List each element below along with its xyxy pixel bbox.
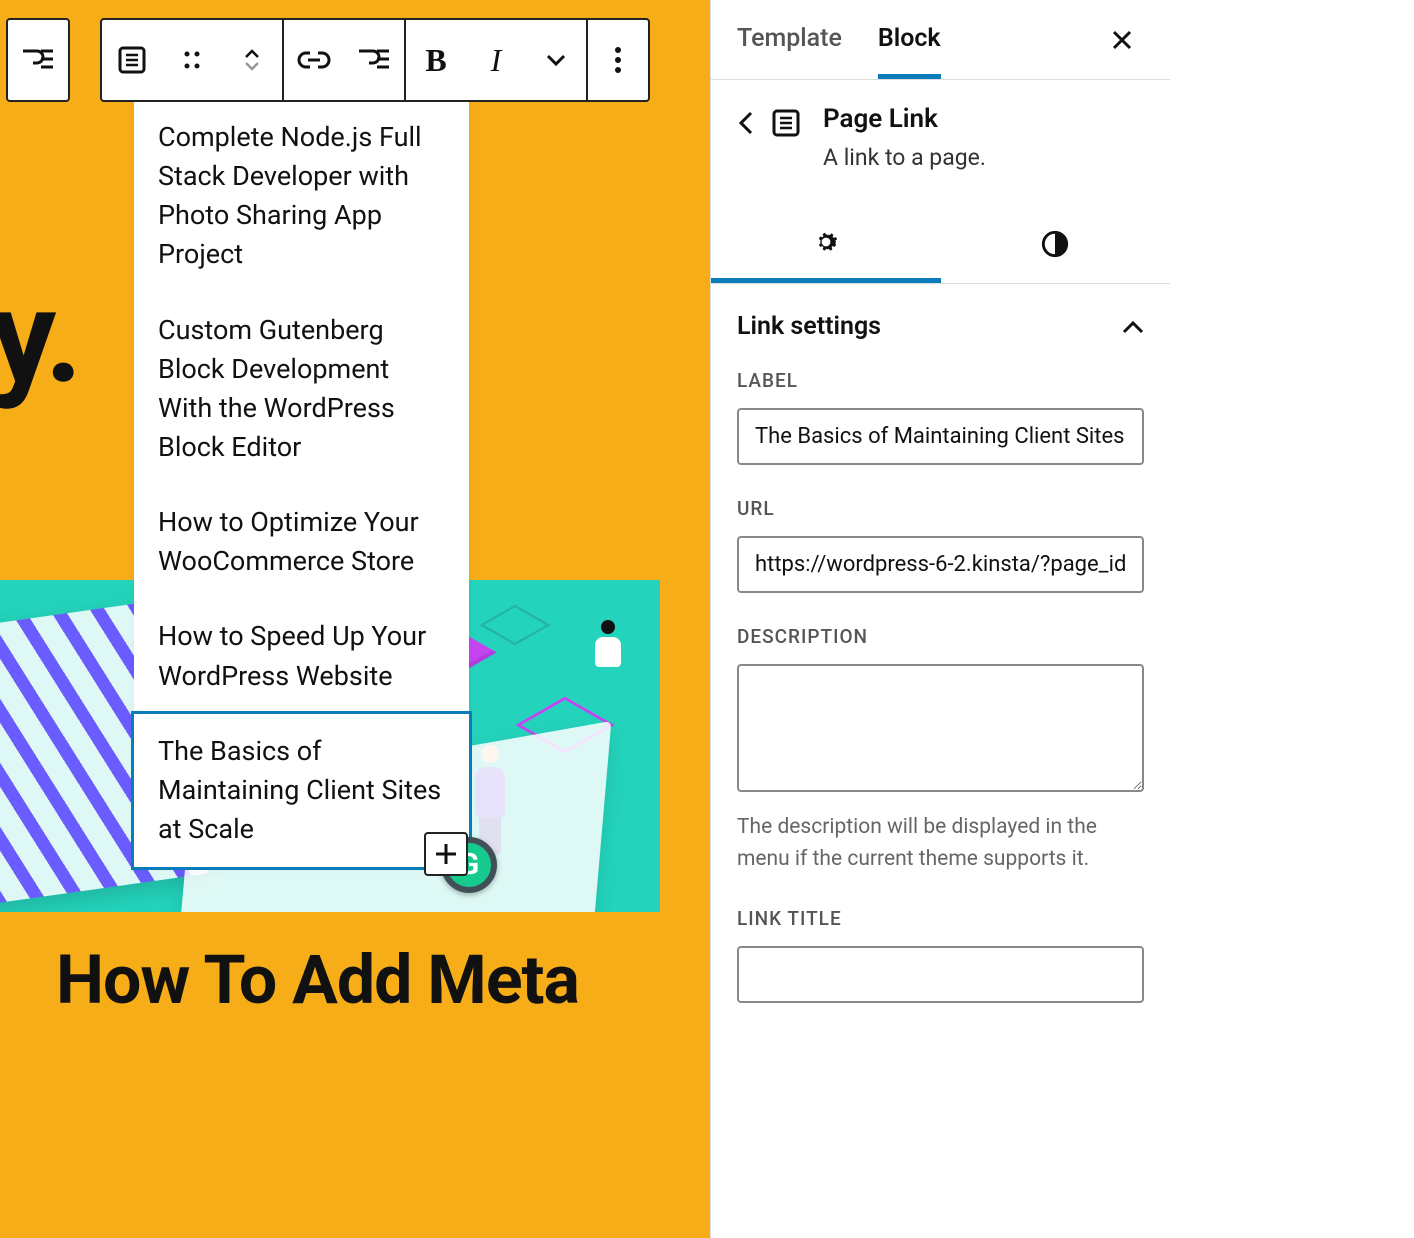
description-field: DESCRIPTION The description will be disp… bbox=[737, 625, 1144, 875]
tab-block[interactable]: Block bbox=[878, 0, 941, 79]
drag-handle-icon[interactable] bbox=[162, 20, 222, 100]
link-title-input[interactable] bbox=[737, 946, 1144, 1003]
url-field: URL bbox=[737, 497, 1144, 593]
label-input[interactable] bbox=[737, 408, 1144, 465]
more-rich-text-button[interactable] bbox=[526, 20, 586, 100]
link-settings-panel: Link settings LABEL URL DESCRIPTION The … bbox=[711, 284, 1170, 1035]
block-back-button[interactable] bbox=[737, 109, 755, 137]
label-field: LABEL bbox=[737, 369, 1144, 465]
description-input[interactable] bbox=[737, 664, 1144, 792]
nav-item-selected[interactable]: The Basics of Maintaining Client Sites a… bbox=[131, 711, 472, 870]
background-text-fragment: hy. bbox=[0, 260, 81, 413]
block-toolbar: B I bbox=[100, 18, 650, 102]
add-block-button[interactable] bbox=[424, 832, 468, 876]
close-sidebar-button[interactable] bbox=[1100, 18, 1144, 62]
move-buttons[interactable] bbox=[222, 20, 282, 100]
nav-item[interactable]: Complete Node.js Full Stack Developer wi… bbox=[134, 100, 469, 293]
link-settings-heading: Link settings bbox=[737, 312, 881, 341]
url-input[interactable] bbox=[737, 536, 1144, 593]
sidebar-tabs: Template Block bbox=[711, 0, 1170, 80]
options-button[interactable] bbox=[588, 20, 648, 100]
navigation-submenu: Complete Node.js Full Stack Developer wi… bbox=[134, 100, 469, 867]
post-heading[interactable]: How To Add Meta bbox=[56, 940, 579, 1020]
link-title-label: LINK TITLE bbox=[737, 907, 1144, 930]
nav-item[interactable]: Custom Gutenberg Block Development With … bbox=[134, 293, 469, 486]
link-icon[interactable] bbox=[284, 20, 344, 100]
block-type-icon[interactable] bbox=[102, 20, 162, 100]
block-inspector-tabs bbox=[711, 205, 1170, 284]
description-help: The description will be displayed in the… bbox=[737, 812, 1144, 875]
link-title-field: LINK TITLE bbox=[737, 907, 1144, 1003]
nav-item-label: The Basics of Maintaining Client Sites a… bbox=[158, 735, 441, 845]
editor-canvas: hy. How To Add Meta B bbox=[0, 0, 710, 1238]
link-settings-toggle[interactable]: Link settings bbox=[737, 284, 1144, 369]
add-submenu-button[interactable] bbox=[8, 20, 68, 100]
settings-tab[interactable] bbox=[711, 205, 941, 283]
block-description: A link to a page. bbox=[823, 144, 986, 171]
label-label: LABEL bbox=[737, 369, 1144, 392]
italic-button[interactable]: I bbox=[466, 20, 526, 100]
block-toolbar-submenu bbox=[6, 18, 70, 102]
block-card: Page Link A link to a page. bbox=[711, 80, 1170, 205]
description-label: DESCRIPTION bbox=[737, 625, 1144, 648]
styles-tab[interactable] bbox=[941, 205, 1171, 283]
page-link-icon bbox=[771, 108, 801, 138]
nav-item[interactable]: How to Optimize Your WooCommerce Store bbox=[134, 485, 469, 599]
settings-sidebar: Template Block Page Link A link to a pag… bbox=[710, 0, 1170, 1238]
url-label: URL bbox=[737, 497, 1144, 520]
bold-button[interactable]: B bbox=[406, 20, 466, 100]
nav-item[interactable]: How to Speed Up Your WordPress Website bbox=[134, 599, 469, 713]
add-submenu-icon[interactable] bbox=[344, 20, 404, 100]
block-title: Page Link bbox=[823, 104, 986, 134]
chevron-up-icon bbox=[1122, 320, 1144, 334]
tab-template[interactable]: Template bbox=[737, 0, 842, 79]
